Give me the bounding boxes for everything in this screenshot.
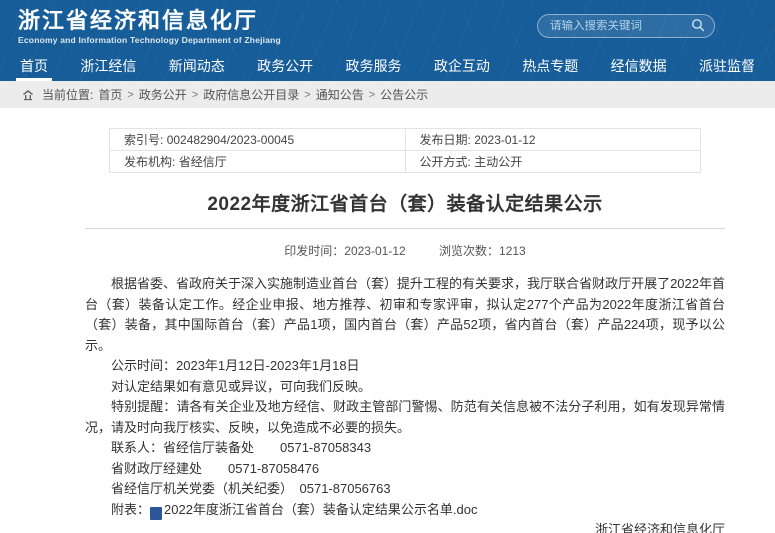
article-body: 根据省委、省政府关于深入实施制造业首台（套）提升工程的有关要求，我厅联合省财政厅… (85, 274, 725, 533)
site-brand: 浙江省经济和信息化厅 Economy and Information Techn… (18, 5, 281, 45)
breadcrumb-info-directory[interactable]: 政府信息公开目录 (203, 86, 299, 103)
main-nav: 首页 浙江经信 新闻动态 政务公开 政务服务 政企互动 热点专题 经信数据 派驻… (0, 50, 775, 81)
nav-item-dispatch-oversight[interactable]: 派驻监督 (695, 50, 759, 81)
contact-line-equipment: 联系人：省经信厅装备处 0571-87058343 (85, 438, 725, 459)
breadcrumb-gov-disclosure[interactable]: 政务公开 (139, 86, 187, 103)
paragraph-public-period: 公示时间：2023年1月12日-2023年1月18日 (85, 356, 725, 377)
meta-index-number: 索引号: 002482904/2023-00045 (110, 129, 406, 151)
breadcrumb-separator: > (304, 89, 310, 101)
breadcrumb-notices[interactable]: 通知公告 (316, 86, 364, 103)
search-button[interactable] (691, 18, 705, 35)
meta-publish-date: 发布日期: 2023-01-12 (405, 129, 701, 151)
print-time: 印发时间：2023-01-12 (284, 244, 405, 258)
search-input[interactable] (550, 20, 691, 32)
contact-line-committee: 省经信厅机关党委（机关纪委） 0571-87056763 (85, 479, 725, 500)
breadcrumb-separator: > (369, 89, 375, 101)
table-row: 索引号: 002482904/2023-00045 发布日期: 2023-01-… (110, 129, 701, 151)
search-box (537, 14, 715, 38)
paragraph-warning: 特别提醒：请各有关企业及地方经信、财政主管部门警惕、防范有关信息被不法分子利用，… (85, 397, 725, 438)
meta-publish-org: 发布机构: 省经信厅 (110, 151, 406, 173)
site-title: 浙江省经济和信息化厅 (18, 9, 281, 33)
attachment-label: 附表： (111, 502, 150, 517)
nav-item-hot-topics[interactable]: 热点专题 (518, 50, 582, 81)
nav-item-gov-interaction[interactable]: 政企互动 (430, 50, 494, 81)
attachment-link[interactable]: 2022年度浙江省首台（套）装备认定结果公示名单.doc (164, 502, 478, 517)
breadcrumb-separator: > (127, 89, 133, 101)
search-icon (691, 18, 705, 35)
breadcrumb: 当前位置: 首页 > 政务公开 > 政府信息公开目录 > 通知公告 > 公告公示 (0, 81, 775, 108)
nav-item-news[interactable]: 新闻动态 (165, 50, 229, 81)
site-header: 浙江省经济和信息化厅 Economy and Information Techn… (0, 0, 775, 81)
page: 浙江省经济和信息化厅 Economy and Information Techn… (0, 0, 775, 533)
article-meta: 印发时间：2023-01-12 浏览次数：1213 (85, 242, 725, 259)
site-subtitle: Economy and Information Technology Depar… (18, 35, 281, 45)
nav-item-gov-disclosure[interactable]: 政务公开 (253, 50, 317, 81)
article-content: 索引号: 002482904/2023-00045 发布日期: 2023-01-… (0, 108, 775, 533)
table-row: 发布机构: 省经信厅 公开方式: 主动公开 (110, 151, 701, 173)
document-meta-table: 索引号: 002482904/2023-00045 发布日期: 2023-01-… (109, 128, 701, 173)
breadcrumb-announcements[interactable]: 公告公示 (380, 86, 428, 103)
nav-item-zhejiang-jingxin[interactable]: 浙江经信 (76, 50, 140, 81)
attachment-line: 附表：W2022年度浙江省首台（套）装备认定结果公示名单.doc (85, 500, 725, 521)
header-top: 浙江省经济和信息化厅 Economy and Information Techn… (0, 0, 775, 50)
breadcrumb-prefix: 当前位置: (42, 86, 93, 103)
signature-block: 浙江省经济和信息化厅 2023年1月12日 (85, 520, 725, 533)
view-count: 浏览次数：1213 (439, 244, 526, 258)
nav-item-jingxin-data[interactable]: 经信数据 (607, 50, 671, 81)
paragraph-feedback: 对认定结果如有意见或异议，可向我们反映。 (85, 377, 725, 398)
nav-item-gov-services[interactable]: 政务服务 (342, 50, 406, 81)
home-icon (22, 89, 34, 101)
title-divider (85, 228, 725, 229)
nav-item-home[interactable]: 首页 (16, 50, 52, 81)
contact-line-finance: 省财政厅经建处 0571-87058476 (85, 459, 725, 480)
signature-org: 浙江省经济和信息化厅 (85, 520, 725, 533)
word-doc-icon: W (150, 507, 162, 520)
breadcrumb-separator: > (192, 89, 198, 101)
breadcrumb-home[interactable]: 首页 (98, 86, 122, 103)
meta-disclosure-method: 公开方式: 主动公开 (405, 151, 701, 173)
page-title: 2022年度浙江省首台（套）装备认定结果公示 (85, 189, 725, 216)
paragraph-intro: 根据省委、省政府关于深入实施制造业首台（套）提升工程的有关要求，我厅联合省财政厅… (85, 274, 725, 356)
